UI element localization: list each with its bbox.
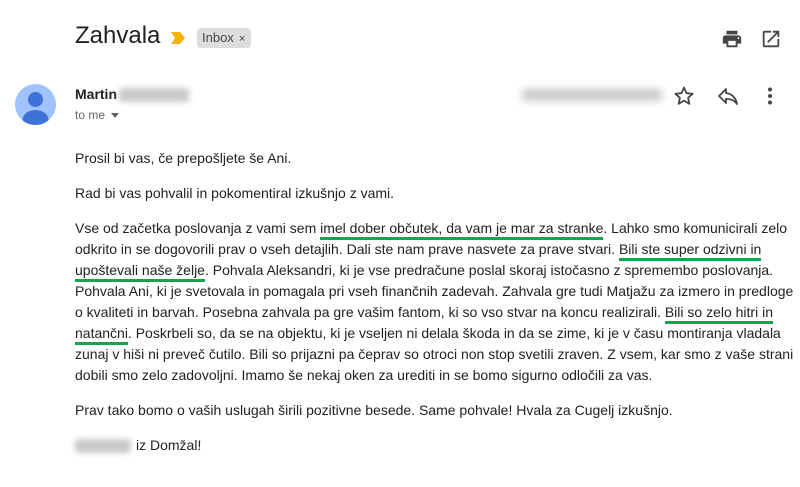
text-segment: Vse od začetka poslovanja z vami sem: [75, 220, 321, 236]
message-body: Prosil bi vas, če prepošljete še Ani. Ra…: [75, 148, 795, 470]
redacted-name: [75, 439, 131, 454]
remove-label-icon[interactable]: ×: [239, 33, 245, 45]
paragraph-4: Prav tako bomo o vaših uslugah širili po…: [75, 402, 673, 418]
label-text: Inbox: [202, 30, 234, 45]
highlighted-phrase: imel dober občutek, da vam je mar za str…: [320, 220, 604, 240]
sender-first-name: Martin: [75, 86, 117, 102]
signature-suffix: iz Domžal!: [136, 437, 202, 453]
paragraph-3: Vse od začetka poslovanja z vami sem ime…: [75, 218, 795, 386]
sender-name[interactable]: Martin: [75, 86, 189, 103]
recipient-label: to me: [75, 108, 106, 122]
email-subject: Zahvala: [75, 22, 161, 49]
important-marker-icon[interactable]: [171, 32, 185, 44]
redacted-timestamp: [522, 87, 662, 101]
subject-row: Zahvala Inbox ×: [0, 0, 800, 70]
reply-icon[interactable]: [716, 84, 740, 108]
recipient-toggle[interactable]: to me: [75, 108, 120, 122]
paragraph-2: Rad bi vas pohvalil in pokomentiral izku…: [75, 185, 395, 201]
signature-line: iz Domžal!: [75, 435, 795, 456]
star-icon[interactable]: [672, 84, 696, 108]
chevron-down-icon[interactable]: [111, 113, 120, 119]
redacted-surname: [119, 88, 189, 103]
text-segment: . Poskrbeli so, da se na objektu, ki je …: [75, 325, 794, 383]
avatar-person-icon: [22, 92, 49, 125]
paragraph-1: Prosil bi vas, če prepošljete še Ani.: [75, 150, 292, 166]
open-in-new-window-icon[interactable]: [760, 28, 782, 50]
print-icon[interactable]: [721, 28, 743, 50]
inbox-label-chip: Inbox ×: [197, 28, 252, 48]
avatar[interactable]: [15, 84, 56, 125]
more-vert-icon[interactable]: [758, 84, 782, 108]
